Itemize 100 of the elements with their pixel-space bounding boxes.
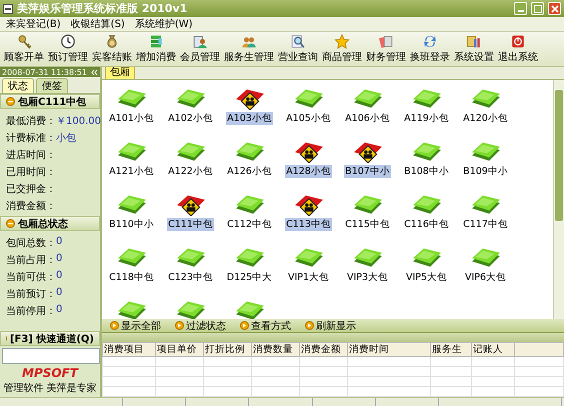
- toolbar-button[interactable]: 营业查询: [276, 34, 320, 64]
- arrows-icon: [421, 34, 439, 49]
- room-label[interactable]: VIP6大包: [464, 271, 508, 284]
- room-label[interactable]: VIP3大包: [346, 271, 390, 284]
- window-title: 美萍娱乐管理系统标准版 2010v1: [17, 1, 188, 16]
- minimize-icon: [518, 10, 524, 12]
- toolbar-button[interactable]: 顾客开单: [2, 34, 46, 64]
- room-label[interactable]: B110中小: [108, 218, 155, 231]
- toolbar-button[interactable]: 增加消费: [134, 34, 178, 64]
- column-header[interactable]: 消费数量: [252, 342, 300, 356]
- column-header[interactable]: 消费时间: [348, 342, 430, 356]
- room-label[interactable]: C115中包: [344, 218, 391, 231]
- side-tab[interactable]: 便签: [36, 78, 68, 93]
- arrow-circle-icon: [240, 321, 249, 330]
- room-label[interactable]: B108中小: [403, 165, 450, 178]
- logo-text: MPSOFT: [21, 366, 80, 380]
- slogan-text: 管理软件 美萍是专家: [2, 382, 98, 396]
- panel-title: 包厢总状态: [18, 218, 68, 230]
- maximize-button[interactable]: [531, 2, 544, 15]
- clock-text: 2008-07-31 11:38:51: [2, 68, 87, 76]
- room-label[interactable]: A102小包: [167, 112, 214, 125]
- clock-icon: [59, 34, 77, 49]
- toolbar-button[interactable]: 商品管理: [320, 34, 364, 64]
- column-header[interactable]: 消费金额: [300, 342, 348, 356]
- action-button[interactable]: 刷新显示: [305, 318, 356, 332]
- room-label[interactable]: C116中包: [403, 218, 450, 231]
- room-label[interactable]: A103小包: [226, 112, 273, 125]
- field-value: ￥100.00: [56, 115, 101, 128]
- room-label[interactable]: D125中大: [226, 271, 274, 284]
- person-card-icon: [191, 34, 209, 49]
- power-icon: [509, 34, 527, 49]
- field-label: 当前预订：: [6, 288, 56, 301]
- room-label[interactable]: C117中包: [462, 218, 509, 231]
- field-value: 0: [56, 287, 62, 300]
- action-button[interactable]: 过滤状态: [175, 318, 226, 332]
- room-label[interactable]: VIP5大包: [404, 271, 448, 284]
- room-label[interactable]: A122小包: [167, 165, 214, 178]
- column-header[interactable]: 记账人: [472, 342, 514, 356]
- column-header[interactable]: 消费项目: [102, 342, 156, 356]
- field-label: 最低消费：: [6, 114, 56, 128]
- room-label[interactable]: A119小包: [403, 112, 450, 125]
- main-tab[interactable]: 包厢: [105, 67, 135, 79]
- toolbar-button[interactable]: 财务管理: [364, 34, 408, 64]
- toolbar-button[interactable]: 会员管理: [178, 34, 222, 64]
- room-label[interactable]: A121小包: [108, 165, 155, 178]
- action-button[interactable]: 显示全部: [110, 318, 161, 332]
- panel-title: 包厢C111中包: [18, 96, 86, 108]
- field-label: 当前可供：: [6, 270, 56, 284]
- column-header[interactable]: 服务生: [430, 342, 472, 356]
- star-icon: [333, 34, 351, 49]
- field-label: 进店时间：: [6, 148, 56, 162]
- folder-icon: [465, 34, 483, 49]
- field-value: 0: [56, 236, 62, 249]
- room-label[interactable]: C112中包: [226, 218, 273, 231]
- minimize-button[interactable]: [514, 2, 527, 15]
- field-label: 已交押金：: [6, 182, 56, 196]
- room-label[interactable]: C123中包: [167, 271, 214, 284]
- side-tab[interactable]: 状态: [2, 78, 34, 93]
- field-value: 0: [56, 304, 62, 317]
- room-label[interactable]: C113中包: [285, 218, 332, 231]
- room-label[interactable]: A105小包: [285, 112, 332, 125]
- panel-title: [F3] 快速通道(Q): [10, 332, 94, 346]
- room-label[interactable]: A128小包: [285, 165, 332, 178]
- room-label[interactable]: A120小包: [462, 112, 509, 125]
- action-button[interactable]: 查看方式: [240, 318, 291, 332]
- column-header[interactable]: 项目单价: [156, 342, 204, 356]
- room-label[interactable]: A101小包: [108, 112, 155, 125]
- room-label[interactable]: B109中小: [462, 165, 509, 178]
- scrollbar[interactable]: [553, 80, 564, 319]
- field-label: 当前占用：: [6, 254, 56, 267]
- column-header[interactable]: 打折比例: [204, 342, 252, 356]
- toolbar-button[interactable]: 退出系统: [496, 34, 540, 64]
- room-label[interactable]: A126小包: [226, 165, 273, 178]
- room-label[interactable]: A106小包: [344, 112, 391, 125]
- room-label[interactable]: C111中包: [167, 218, 214, 231]
- room-label[interactable]: VIP1大包: [286, 271, 330, 284]
- close-icon: [550, 4, 558, 12]
- field-label: 已用时间：: [6, 166, 56, 179]
- search-icon: [289, 34, 307, 49]
- menu-item[interactable]: 收银结算(S): [70, 17, 125, 31]
- arrow-circle-icon: [175, 321, 184, 330]
- quick-input-field[interactable]: [2, 348, 100, 364]
- field-value: 小包: [56, 132, 76, 145]
- app-icon: [3, 4, 13, 14]
- room-label[interactable]: B107中小: [344, 165, 391, 178]
- toolbar-button[interactable]: 服务生管理: [222, 34, 276, 64]
- field-label: 包间总数：: [6, 236, 56, 250]
- close-button[interactable]: [548, 2, 561, 15]
- toolbar-button[interactable]: 系统设置: [452, 34, 496, 64]
- room-label[interactable]: C118中包: [108, 271, 155, 284]
- arrow-circle-icon: [110, 321, 119, 330]
- field-label: 当前停用：: [6, 304, 56, 318]
- arrow-circle-icon: [305, 321, 314, 330]
- field-value: 0: [56, 270, 62, 283]
- toolbar-button[interactable]: 换班登录: [408, 34, 452, 64]
- toolbar-button[interactable]: 预订管理: [46, 34, 90, 64]
- menu-item[interactable]: 系统维护(W): [134, 17, 193, 31]
- toolbar-button[interactable]: 宾客结账: [90, 34, 134, 64]
- field-label: 计费标准：: [6, 132, 56, 145]
- menu-item[interactable]: 来宾登记(B): [6, 17, 61, 31]
